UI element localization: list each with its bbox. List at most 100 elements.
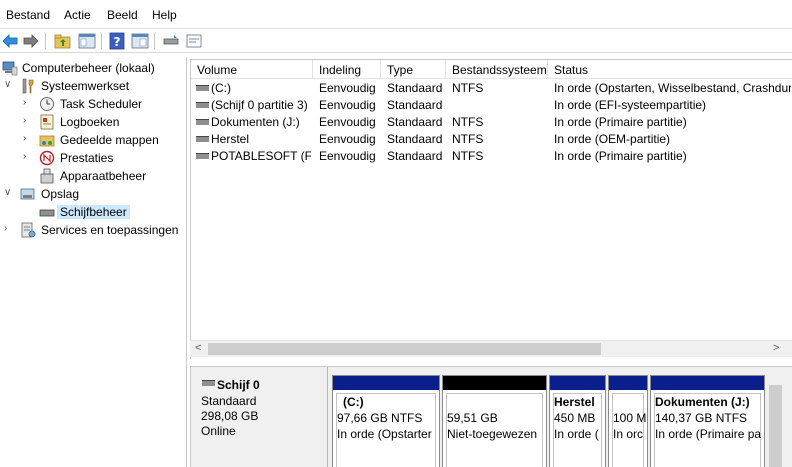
toolbar: ? <box>0 29 792 53</box>
collapsed-chevron-icon[interactable]: › <box>23 133 33 144</box>
storage-icon <box>20 188 35 200</box>
menu-actie[interactable]: Actie <box>64 8 91 22</box>
drive-icon <box>196 102 209 108</box>
menu-help[interactable]: Help <box>152 8 177 22</box>
disk-info[interactable]: Schijf 0 Standaard 298,08 GB Online <box>191 367 328 467</box>
volume-row[interactable]: Dokumenten (J:) Eenvoudig Standaard NTFS… <box>191 113 792 130</box>
tree-item-logboeken[interactable]: › Logboeken <box>0 113 187 131</box>
menu-bestand[interactable]: Bestand <box>6 8 50 22</box>
partition-status: In orde (Opstarter <box>337 427 432 441</box>
partition-status: In orde ( <box>554 427 599 441</box>
partition-unallocated[interactable]: 59,51 GB Niet-toegewezen <box>442 375 547 467</box>
collapsed-chevron-icon[interactable]: › <box>23 97 33 108</box>
scroll-thumb[interactable] <box>769 385 782 467</box>
column-header-bestandssysteem[interactable]: Bestandssysteem <box>446 60 548 79</box>
disk-icon <box>202 380 215 386</box>
disk-name: Schijf 0 <box>217 378 260 392</box>
volume-list: Volume Indeling Type Bestandssysteem Sta… <box>190 59 792 359</box>
partition-size: 100 M <box>613 411 647 425</box>
column-header-volume[interactable]: Volume <box>191 60 313 79</box>
column-header-type[interactable]: Type <box>381 60 446 79</box>
disk-state: Online <box>201 424 236 438</box>
collapsed-chevron-icon[interactable]: › <box>4 223 14 234</box>
drive-icon <box>196 153 209 159</box>
volume-indeling: Eenvoudig <box>319 149 376 163</box>
scroll-left-icon[interactable]: < <box>195 342 201 354</box>
tree-item-apparaatbeheer[interactable]: Apparaatbeheer <box>0 167 187 185</box>
expanded-chevron-icon[interactable]: ∨ <box>4 187 14 198</box>
volume-type: Standaard <box>387 98 443 112</box>
computer-management-icon <box>2 61 18 76</box>
volume-indeling: Eenvoudig <box>319 115 376 129</box>
volume-row[interactable]: Herstel Eenvoudig Standaard NTFS In orde… <box>191 130 792 147</box>
up-folder-icon[interactable] <box>54 32 72 50</box>
volume-row[interactable]: POTABLESOFT (F:) Eenvoudig Standaard NTF… <box>191 147 792 164</box>
device-manager-icon <box>40 168 54 184</box>
volume-status: In orde (Primaire partitie) <box>554 115 687 129</box>
disk-type: Standaard <box>201 394 257 408</box>
volume-type: Standaard <box>387 149 443 163</box>
expanded-chevron-icon[interactable]: ∨ <box>4 79 14 90</box>
tree-item-task-scheduler[interactable]: › Task Scheduler <box>0 95 187 113</box>
scroll-right-icon[interactable]: > <box>773 342 779 354</box>
services-icon <box>21 222 36 238</box>
partition-size: 140,37 GB NTFS <box>655 411 748 425</box>
tree-item-services[interactable]: › Services en toepassingen <box>0 221 187 239</box>
connect-icon[interactable] <box>162 32 180 50</box>
partition-size: 59,51 GB <box>447 411 498 425</box>
clock-icon <box>40 97 54 111</box>
performance-icon <box>39 150 55 166</box>
partition-status: In orde (Primaire pa <box>655 427 762 441</box>
volume-fs: NTFS <box>452 149 484 163</box>
partition-dokumenten[interactable]: Dokumenten (J:) 140,37 GB NTFS In orde (… <box>650 375 765 467</box>
tree-item-systeemwerkset[interactable]: ∨ Systeemwerkset <box>0 77 187 95</box>
column-header-indeling[interactable]: Indeling <box>313 60 381 79</box>
volume-indeling: Eenvoudig <box>319 81 376 95</box>
disk-size: 298,08 GB <box>201 409 259 423</box>
partition-bar <box>651 376 764 390</box>
volume-status: In orde (Primaire partitie) <box>554 149 687 163</box>
drive-icon <box>196 136 209 142</box>
vertical-scrollbar[interactable] <box>767 375 784 467</box>
svg-text:?: ? <box>114 35 121 49</box>
drive-icon <box>196 85 209 91</box>
tree-item-opslag[interactable]: ∨ Opslag <box>0 185 187 203</box>
partition-name: Herstel <box>554 395 595 409</box>
volume-row[interactable]: (C:) Eenvoudig Standaard NTFS In orde (O… <box>191 79 792 96</box>
partition-herstel[interactable]: Herstel 450 MB In orde ( <box>549 375 606 467</box>
partition-bar <box>550 376 605 390</box>
disk-graphical-view: Schijf 0 Standaard 298,08 GB Online (C:)… <box>190 366 792 467</box>
partition-c[interactable]: (C:) 97,66 GB NTFS In orde (Opstarter <box>332 375 440 467</box>
show-hide-tree-icon[interactable] <box>78 32 96 50</box>
toolbar-separator <box>154 33 155 49</box>
volume-fs: NTFS <box>452 115 484 129</box>
volume-fs: NTFS <box>452 132 484 146</box>
toolbar-separator <box>45 33 46 49</box>
rescan-icon[interactable] <box>185 32 203 50</box>
back-icon[interactable] <box>1 32 19 50</box>
volume-name: Dokumenten (J:) <box>211 115 300 129</box>
volume-indeling: Eenvoudig <box>319 132 376 146</box>
shared-folder-icon <box>39 135 55 147</box>
column-header-status[interactable]: Status <box>548 60 792 79</box>
navigation-tree: Computerbeheer (lokaal) ∨ Systeemwerkset… <box>0 57 187 467</box>
partition-name: Dokumenten (J:) <box>655 395 750 409</box>
tree-item-prestaties[interactable]: › Prestaties <box>0 149 187 167</box>
partition-efi[interactable]: 100 M In orc <box>608 375 648 467</box>
collapsed-chevron-icon[interactable]: › <box>23 151 33 162</box>
horizontal-scrollbar[interactable]: < > <box>190 340 792 357</box>
forward-icon[interactable] <box>22 32 40 50</box>
volume-row[interactable]: (Schijf 0 partitie 3) Eenvoudig Standaar… <box>191 96 792 113</box>
scroll-thumb[interactable] <box>208 343 601 355</box>
help-icon[interactable]: ? <box>108 32 126 50</box>
system-tools-icon <box>22 78 34 94</box>
menu-beeld[interactable]: Beeld <box>107 8 138 22</box>
event-viewer-icon <box>40 114 54 130</box>
tree-item-computerbeheer[interactable]: Computerbeheer (lokaal) <box>0 59 187 77</box>
tree-item-gedeelde-mappen[interactable]: › Gedeelde mappen <box>0 131 187 149</box>
collapsed-chevron-icon[interactable]: › <box>23 115 33 126</box>
volume-name: POTABLESOFT (F:) <box>211 149 311 163</box>
properties-icon[interactable] <box>131 32 149 50</box>
tree-item-schijfbeheer[interactable]: Schijfbeheer <box>0 203 187 221</box>
toolbar-separator <box>101 33 102 49</box>
